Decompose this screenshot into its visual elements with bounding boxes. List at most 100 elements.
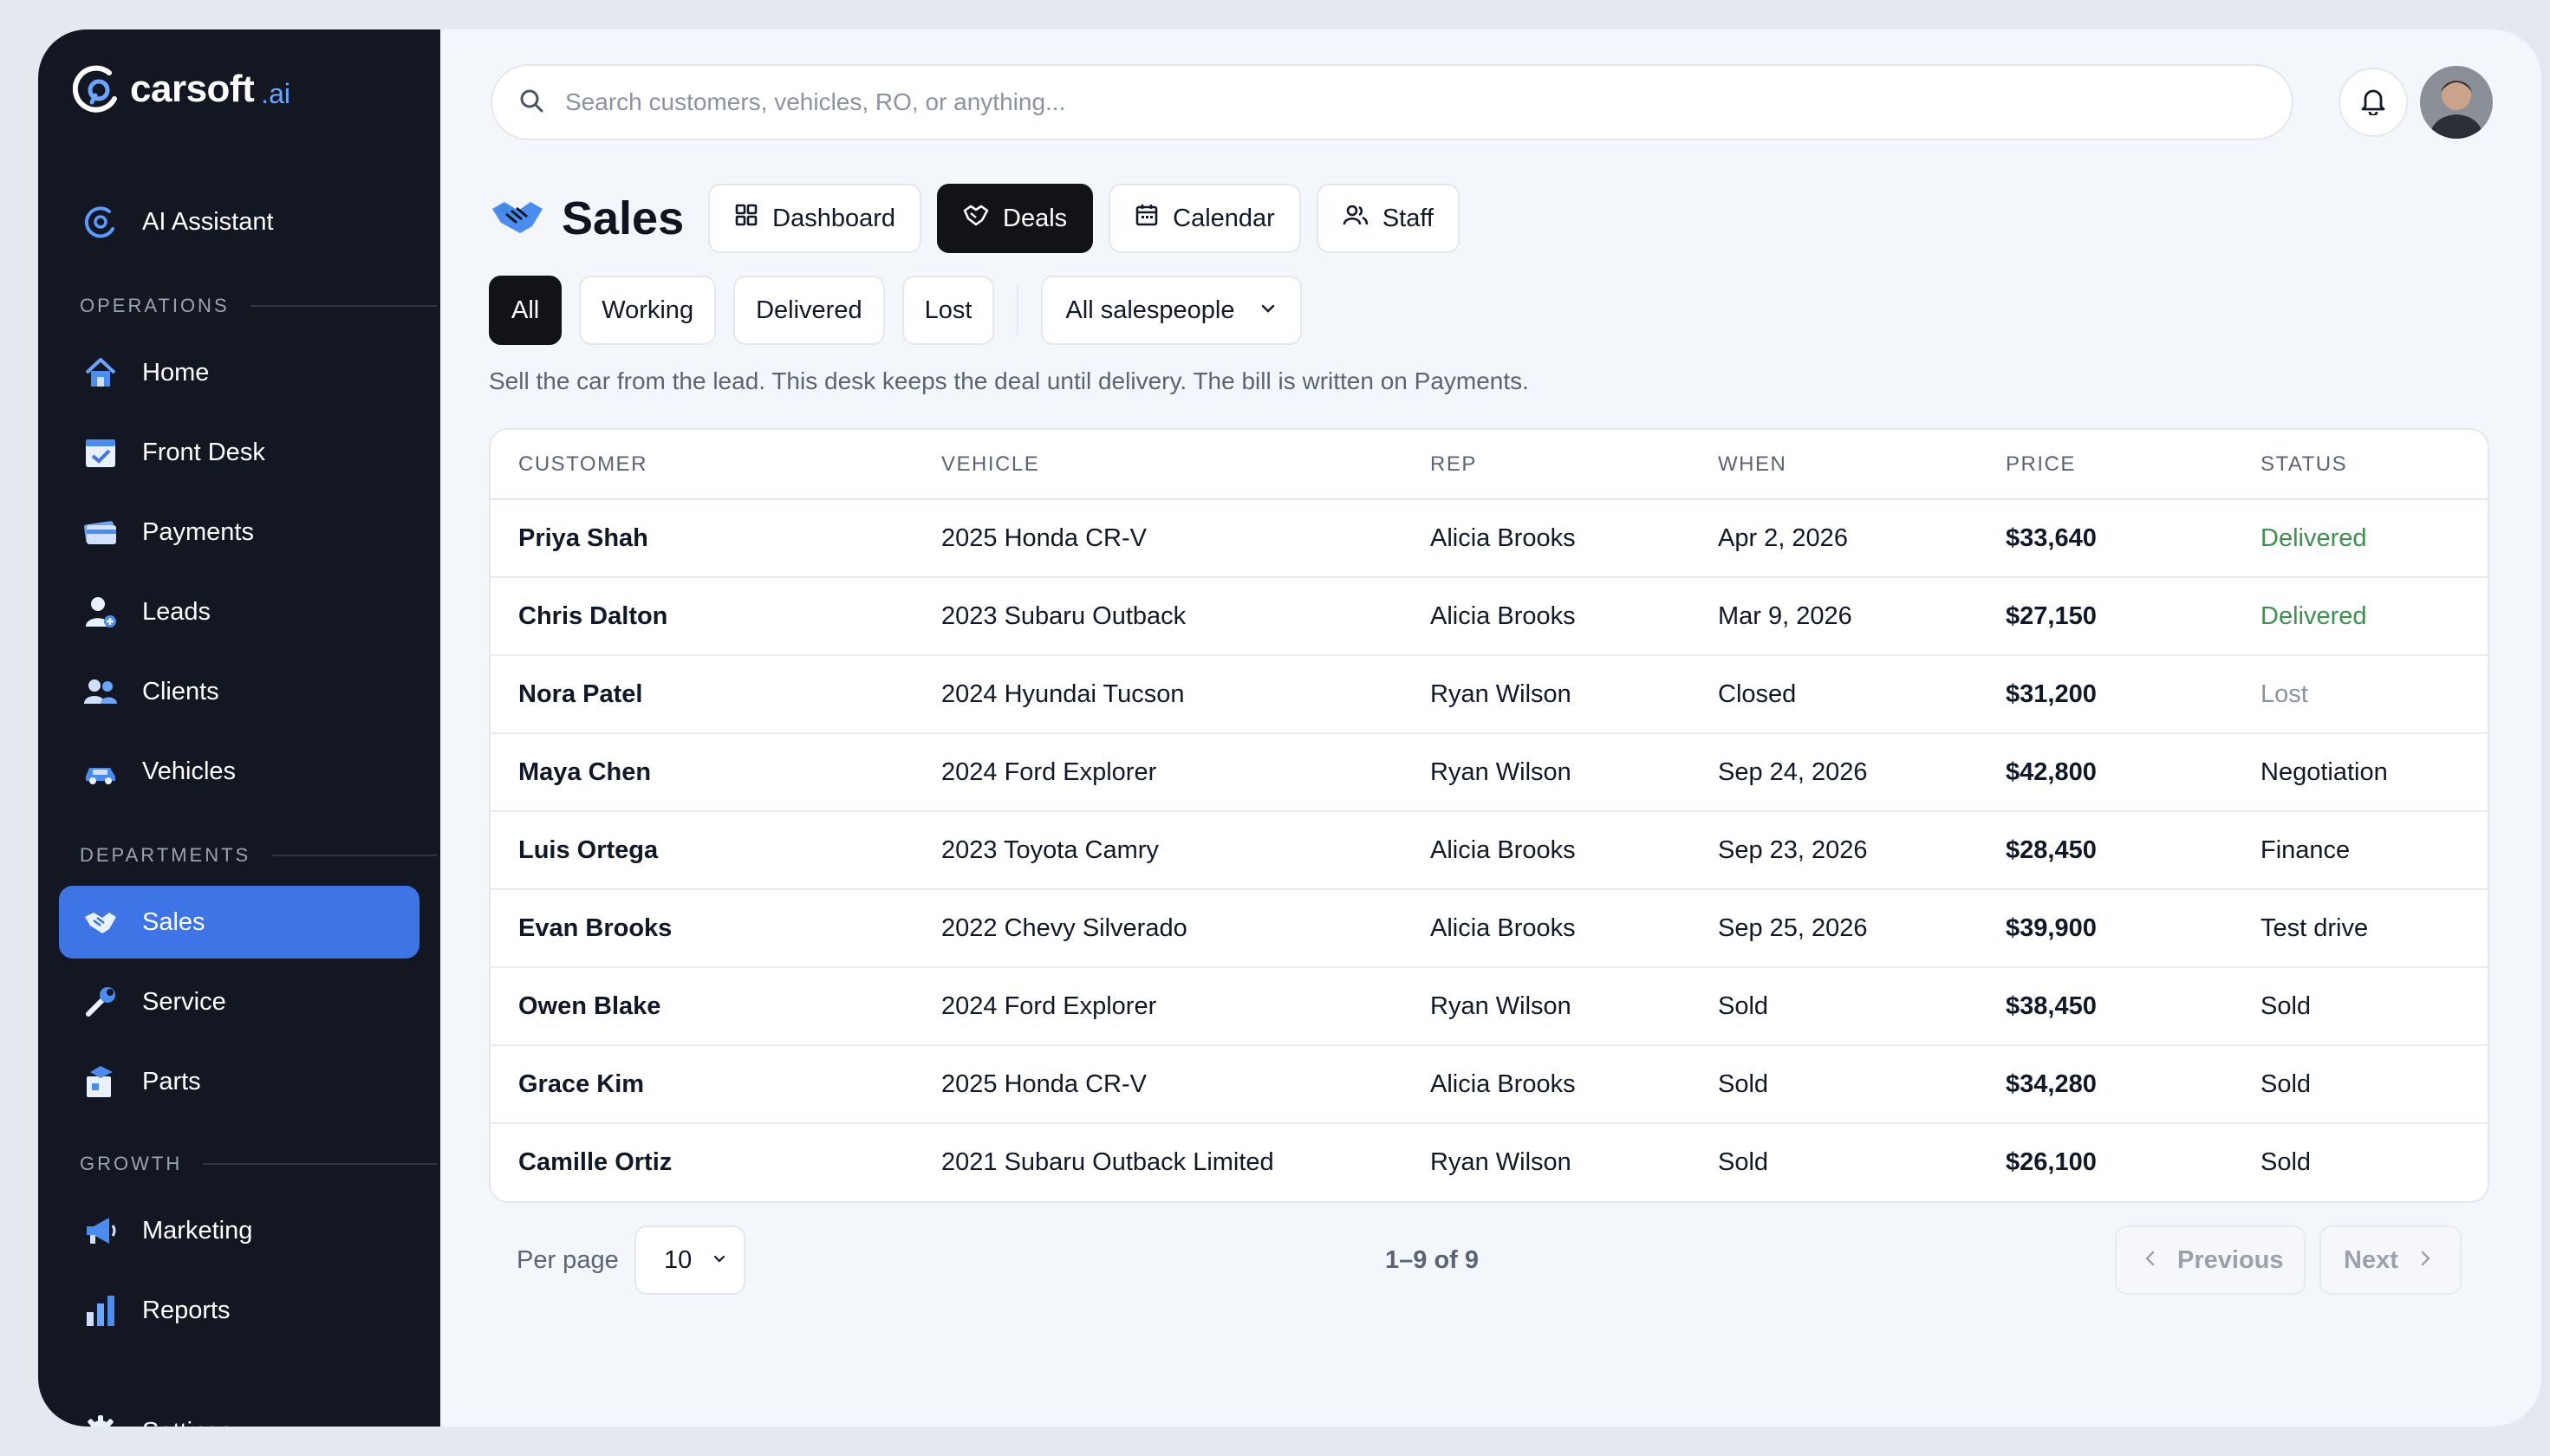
sidebar-item-label: Home (142, 358, 210, 387)
table-row[interactable]: Nora Patel 2024 Hyundai Tucson Ryan Wils… (491, 655, 2488, 734)
filter-delivered[interactable]: Delivered (733, 276, 885, 345)
when-cell: Closed (1718, 655, 2006, 734)
sidebar-item-label: Service (142, 987, 226, 1016)
customer-cell: Priya Shah (491, 499, 941, 578)
vehicle-cell: 2021 Subaru Outback Limited (941, 1148, 1274, 1176)
price-cell: $38,450 (2006, 967, 2261, 1046)
sidebar-item-label: Sales (142, 907, 205, 936)
table-row[interactable]: Maya Chen 2024 Ford Explorer Ryan Wilson… (491, 733, 2488, 812)
sidebar-item-vehicles[interactable]: Vehicles (59, 735, 420, 808)
price-cell: $26,100 (2006, 1148, 2097, 1176)
sidebar-item-marketing[interactable]: Marketing (59, 1194, 420, 1267)
button-label: Next (2344, 1245, 2398, 1274)
when-cell: Sep 23, 2026 (1718, 811, 2006, 890)
customer-cell: Chris Dalton (491, 577, 941, 656)
previous-button[interactable]: Previous (2115, 1225, 2306, 1295)
chevron-down-icon (711, 1246, 728, 1275)
sidebar-item-ai-assistant[interactable]: AI Assistant (59, 185, 420, 258)
per-page-select[interactable]: 10 (634, 1225, 745, 1295)
handshake-outline-icon (963, 203, 989, 234)
table-row[interactable]: Luis Ortega 2023 Toyota Camry Alicia Bro… (491, 811, 2488, 890)
bell-icon (2358, 86, 2388, 120)
table-row[interactable]: Owen Blake 2024 Ford Explorer Ryan Wilso… (491, 967, 2488, 1046)
status-cell: Sold (2261, 967, 2488, 1046)
rep-cell: Ryan Wilson (1430, 733, 1718, 812)
car-icon (81, 752, 120, 790)
table-row[interactable]: Camille Ortiz 2021 Subaru Outback Limite… (491, 1123, 2488, 1201)
table-row[interactable]: Evan Brooks 2022 Chevy Silverado Alicia … (491, 889, 2488, 968)
when-cell: Mar 9, 2026 (1718, 577, 2006, 656)
calendar-icon (1135, 203, 1159, 234)
tab-calendar[interactable]: Calendar (1109, 184, 1301, 253)
customer-cell: Grace Kim (491, 1045, 941, 1124)
sidebar-item-service[interactable]: Service (59, 965, 420, 1038)
sidebar-item-label: Reports (142, 1296, 231, 1324)
column-header[interactable]: REP (1430, 430, 1718, 500)
sidebar-item-home[interactable]: Home (59, 336, 420, 409)
sidebar-item-reports[interactable]: Reports (59, 1274, 420, 1347)
sidebar-item-label: Vehicles (142, 757, 237, 785)
search-icon (518, 88, 544, 118)
vehicle-cell: 2024 Ford Explorer (941, 967, 1430, 1046)
filter-working[interactable]: Working (579, 276, 717, 345)
table-header-row: CUSTOMER VEHICLE REP WHEN PRICE STATUS (491, 430, 2488, 500)
calendar-check-icon (81, 433, 120, 471)
price-cell: $31,200 (2006, 655, 2261, 734)
gear-icon (81, 1413, 120, 1427)
sidebar-item-sales[interactable]: Sales (59, 886, 420, 959)
when-cell: Sold (1718, 1045, 2006, 1124)
table-row[interactable]: Chris Dalton 2023 Subaru Outback Alicia … (491, 577, 2488, 656)
customer-cell: Luis Ortega (491, 811, 941, 890)
rep-cell: Alicia Brooks (1430, 499, 1718, 578)
sidebar-item-settings[interactable]: Settings (59, 1395, 420, 1427)
vehicle-cell: 2025 Honda CR-V (941, 499, 1430, 578)
handshake-icon (81, 903, 120, 941)
table-row[interactable]: Grace Kim 2025 Honda CR-V Alicia Brooks … (491, 1045, 2488, 1124)
sidebar-item-label: Leads (142, 597, 211, 626)
column-header[interactable]: WHEN (1718, 430, 2006, 500)
pagination: Per page 10 1–9 of 9 Previous Next (489, 1225, 2489, 1297)
logo-suffix: .ai (261, 77, 291, 109)
notifications-button[interactable] (2339, 68, 2408, 137)
filter-all[interactable]: All (489, 276, 563, 345)
price-cell: $28,450 (2006, 811, 2261, 890)
tab-label: Dashboard (772, 204, 895, 232)
tab-deals[interactable]: Deals (937, 184, 1094, 253)
table-row[interactable]: Priya Shah 2025 Honda CR-V Alicia Brooks… (491, 499, 2488, 578)
tab-staff[interactable]: Staff (1316, 184, 1460, 253)
section-label-growth: GROWTH (80, 1153, 437, 1175)
sidebar-item-payments[interactable]: Payments (59, 496, 420, 569)
customer-cell: Camille Ortiz (518, 1148, 673, 1176)
search-bar[interactable]: Search customers, vehicles, RO, or anyth… (491, 64, 2293, 140)
customer-cell: Owen Blake (491, 967, 941, 1046)
column-header[interactable]: CUSTOMER (491, 430, 941, 500)
status-cell: Negotiation (2261, 733, 2488, 812)
bar-chart-icon (81, 1291, 120, 1329)
column-header[interactable]: VEHICLE (941, 430, 1430, 500)
search-input[interactable]: Search customers, vehicles, RO, or anyth… (565, 88, 1065, 116)
price-cell: $42,800 (2006, 733, 2261, 812)
salesperson-select[interactable]: All salespeople (1041, 276, 1303, 345)
sidebar-item-front-desk[interactable]: Front Desk (59, 416, 420, 489)
tab-label: Staff (1382, 204, 1434, 232)
status-cell: Test drive (2261, 889, 2488, 968)
price-cell: $33,640 (2006, 499, 2261, 578)
logo-name: carsoft (130, 68, 255, 110)
sidebar-item-clients[interactable]: Clients (59, 655, 420, 728)
filter-lost[interactable]: Lost (901, 276, 995, 345)
sidebar-item-label: AI Assistant (142, 207, 274, 236)
sidebar-item-parts[interactable]: Parts (59, 1045, 420, 1118)
customer-cell: Evan Brooks (491, 889, 941, 968)
column-header[interactable]: STATUS (2261, 430, 2488, 500)
credit-card-icon (81, 513, 120, 551)
avatar[interactable] (2420, 66, 2493, 139)
logo-icon (73, 64, 123, 114)
handshake-icon (491, 195, 544, 243)
logo[interactable]: carsoft .ai (73, 64, 290, 114)
sidebar: carsoft .ai AI Assistant OPERATIONS Home… (38, 29, 440, 1427)
sidebar-item-leads[interactable]: Leads (59, 575, 420, 648)
vehicle-cell: 2024 Hyundai Tucson (941, 655, 1430, 734)
column-header[interactable]: PRICE (2006, 430, 2261, 500)
tab-dashboard[interactable]: Dashboard (708, 184, 921, 253)
next-button[interactable]: Next (2319, 1225, 2462, 1295)
